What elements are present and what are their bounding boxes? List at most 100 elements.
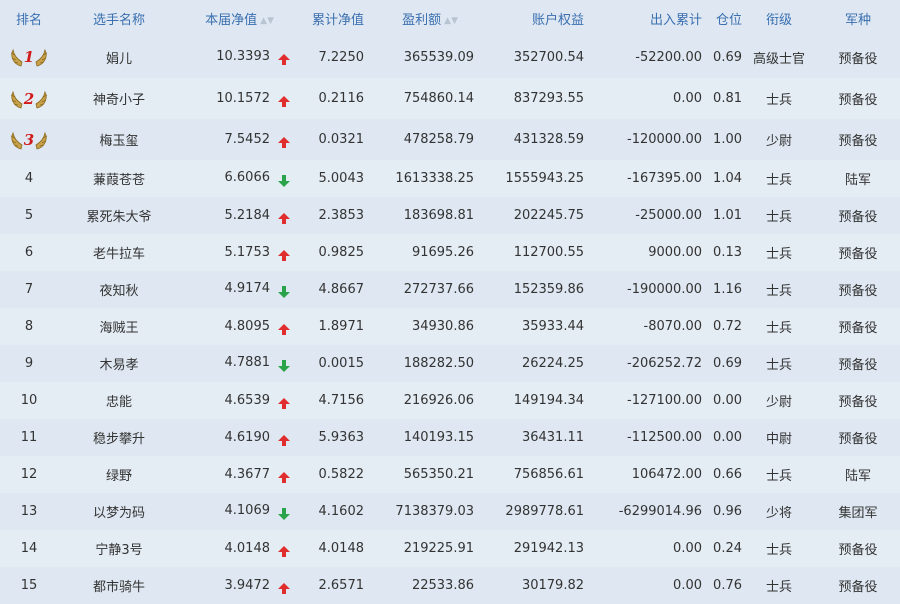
rank-number: 11 <box>20 430 38 445</box>
grade-value: 士兵 <box>765 284 792 299</box>
rank-number: 8 <box>24 319 34 334</box>
nav-value: 4.9174 <box>224 281 271 296</box>
position-value: 0.96 <box>713 504 742 519</box>
nav-value: 10.1572 <box>216 90 270 106</box>
header-profit[interactable]: 盈利额 ▲▼ <box>364 9 474 28</box>
army-value: 预备役 <box>838 321 878 336</box>
table-row[interactable]: 12 绿野 4.3677 0.5822 565350.21 756856.61 106472… <box>0 456 900 493</box>
header-rank: 排名 <box>15 12 42 28</box>
player-name[interactable]: 梅玉玺 <box>58 130 180 149</box>
grade-value: 士兵 <box>765 358 792 373</box>
player-name[interactable]: 夜知秋 <box>58 280 180 299</box>
grade-value: 士兵 <box>765 173 792 188</box>
player-name[interactable]: 稳步攀升 <box>58 428 180 447</box>
table-row[interactable]: 15 都市骑牛 3.9472 2.6571 22533.86 30179.82 0.00 0.… <box>0 567 900 604</box>
nav-cell: 3.9472 <box>180 578 290 594</box>
profit-value: 22533.86 <box>411 578 474 593</box>
army-value: 预备役 <box>838 284 878 299</box>
cum-nav-value: 2.6571 <box>318 578 365 593</box>
equity-value: 2989778.61 <box>505 504 584 519</box>
nav-value: 5.2184 <box>224 207 271 223</box>
flow-value: -190000.00 <box>627 282 702 297</box>
equity-value: 756856.61 <box>513 467 584 482</box>
table-row[interactable]: 2 神奇小子 10.1572 0.2116 754860.14 837293.55 0.00… <box>0 78 900 119</box>
profit-value: 188282.50 <box>403 356 474 371</box>
equity-value: 30179.82 <box>521 578 584 593</box>
table-row[interactable]: 13 以梦为码 4.1069 4.1602 7138379.03 2989778.61 -6… <box>0 493 900 530</box>
player-name[interactable]: 木易孝 <box>58 354 180 373</box>
nav-cell: 10.3393 <box>180 49 290 65</box>
table-row[interactable]: 5 累死朱大爷 5.2184 2.3853 183698.81 202245.75 -250… <box>0 197 900 234</box>
equity-value: 152359.86 <box>513 282 584 297</box>
table-row[interactable]: 6 老牛拉车 5.1753 0.9825 91695.26 112700.55 9000.0… <box>0 234 900 271</box>
profit-value: 216926.06 <box>403 393 474 408</box>
table-row[interactable]: 7 夜知秋 4.9174 4.8667 272737.66 152359.86 -19000… <box>0 271 900 308</box>
flow-value: -52200.00 <box>635 49 702 65</box>
profit-value: 7138379.03 <box>395 504 474 519</box>
rank-number: 3 <box>23 130 35 149</box>
rank-number: 6 <box>24 245 34 260</box>
table-row[interactable]: 14 宁静3号 4.0148 4.0148 219225.91 291942.13 0.00… <box>0 530 900 567</box>
equity-value: 26224.25 <box>521 356 584 371</box>
rank-number: 15 <box>20 578 38 593</box>
nav-value: 4.6190 <box>224 429 271 445</box>
cum-nav-value: 0.5822 <box>318 467 365 482</box>
rank-cell: 14 <box>0 541 58 556</box>
player-name[interactable]: 绿野 <box>58 465 180 484</box>
sort-icon[interactable]: ▲▼ <box>260 16 274 26</box>
table-row[interactable]: 1 娟儿 10.3393 7.2250 365539.09 352700.54 -52200… <box>0 36 900 78</box>
player-name[interactable]: 神奇小子 <box>58 89 180 108</box>
player-name[interactable]: 累死朱大爷 <box>58 206 180 225</box>
equity-value: 352700.54 <box>513 49 584 65</box>
player-name[interactable]: 宁静3号 <box>58 539 180 558</box>
arrow-up-icon <box>278 213 290 224</box>
profit-value: 365539.09 <box>403 49 474 65</box>
cum-nav-value: 5.9363 <box>318 430 365 445</box>
table-row[interactable]: 10 忠能 4.6539 4.7156 216926.06 149194.34 -12710… <box>0 382 900 419</box>
army-value: 陆军 <box>844 173 871 188</box>
table-row[interactable]: 9 木易孝 4.7881 0.0015 188282.50 26224.25 -206252… <box>0 345 900 382</box>
table-row[interactable]: 8 海贼王 4.8095 1.8971 34930.86 35933.44 -8070.00… <box>0 308 900 345</box>
equity-value: 431328.59 <box>513 132 584 147</box>
profit-value: 754860.14 <box>403 91 474 106</box>
header-army: 军种 <box>844 12 871 28</box>
flow-value: -6299014.96 <box>618 504 702 519</box>
flow-value: 106472.00 <box>631 467 702 482</box>
nav-cell: 4.3677 <box>180 467 290 483</box>
table-row[interactable]: 4 蒹葭苍苍 6.6066 5.0043 1613338.25 1555943.25 -16… <box>0 160 900 197</box>
rank-number: 14 <box>20 541 38 556</box>
nav-cell: 6.6066 <box>180 170 290 187</box>
arrow-up-icon <box>278 472 290 483</box>
table-row[interactable]: 3 梅玉玺 7.5452 0.0321 478258.79 431328.59 -12000… <box>0 119 900 160</box>
nav-cell: 4.6539 <box>180 393 290 409</box>
rank-cell: 15 <box>0 578 58 593</box>
profit-value: 34930.86 <box>411 319 474 334</box>
position-value: 1.16 <box>713 282 742 297</box>
sort-icon[interactable]: ▲▼ <box>444 16 458 26</box>
player-name[interactable]: 以梦为码 <box>58 502 180 521</box>
cum-nav-value: 4.7156 <box>318 393 365 408</box>
leaderboard: 排名 选手名称 本届净值 ▲▼ 累计净值 盈利额 ▲▼ 账户权益 出入累计 仓位 衔… <box>0 0 900 604</box>
profit-value: 272737.66 <box>403 282 474 297</box>
rank-number: 12 <box>20 467 38 482</box>
table-row[interactable]: 11 稳步攀升 4.6190 5.9363 140193.15 36431.11 -1125… <box>0 419 900 456</box>
rank-cell: 13 <box>0 504 58 519</box>
grade-value: 士兵 <box>765 580 792 595</box>
player-name[interactable]: 娟儿 <box>58 48 180 67</box>
player-name[interactable]: 海贼王 <box>58 317 180 336</box>
header-nav[interactable]: 本届净值 ▲▼ <box>180 9 290 28</box>
rank-cell: 8 <box>0 319 58 334</box>
nav-cell: 4.8095 <box>180 319 290 335</box>
flow-value: 0.00 <box>673 541 702 556</box>
player-name[interactable]: 忠能 <box>58 391 180 410</box>
cum-nav-value: 4.8667 <box>318 282 365 297</box>
army-value: 预备役 <box>838 51 878 67</box>
player-name[interactable]: 老牛拉车 <box>58 243 180 262</box>
arrow-up-icon <box>278 54 290 65</box>
player-name[interactable]: 蒹葭苍苍 <box>58 169 180 188</box>
nav-value: 4.0148 <box>224 540 271 556</box>
arrow-up-icon <box>278 435 290 446</box>
nav-value: 4.7881 <box>224 355 271 370</box>
player-name[interactable]: 都市骑牛 <box>58 576 180 595</box>
nav-value: 7.5452 <box>224 131 271 147</box>
